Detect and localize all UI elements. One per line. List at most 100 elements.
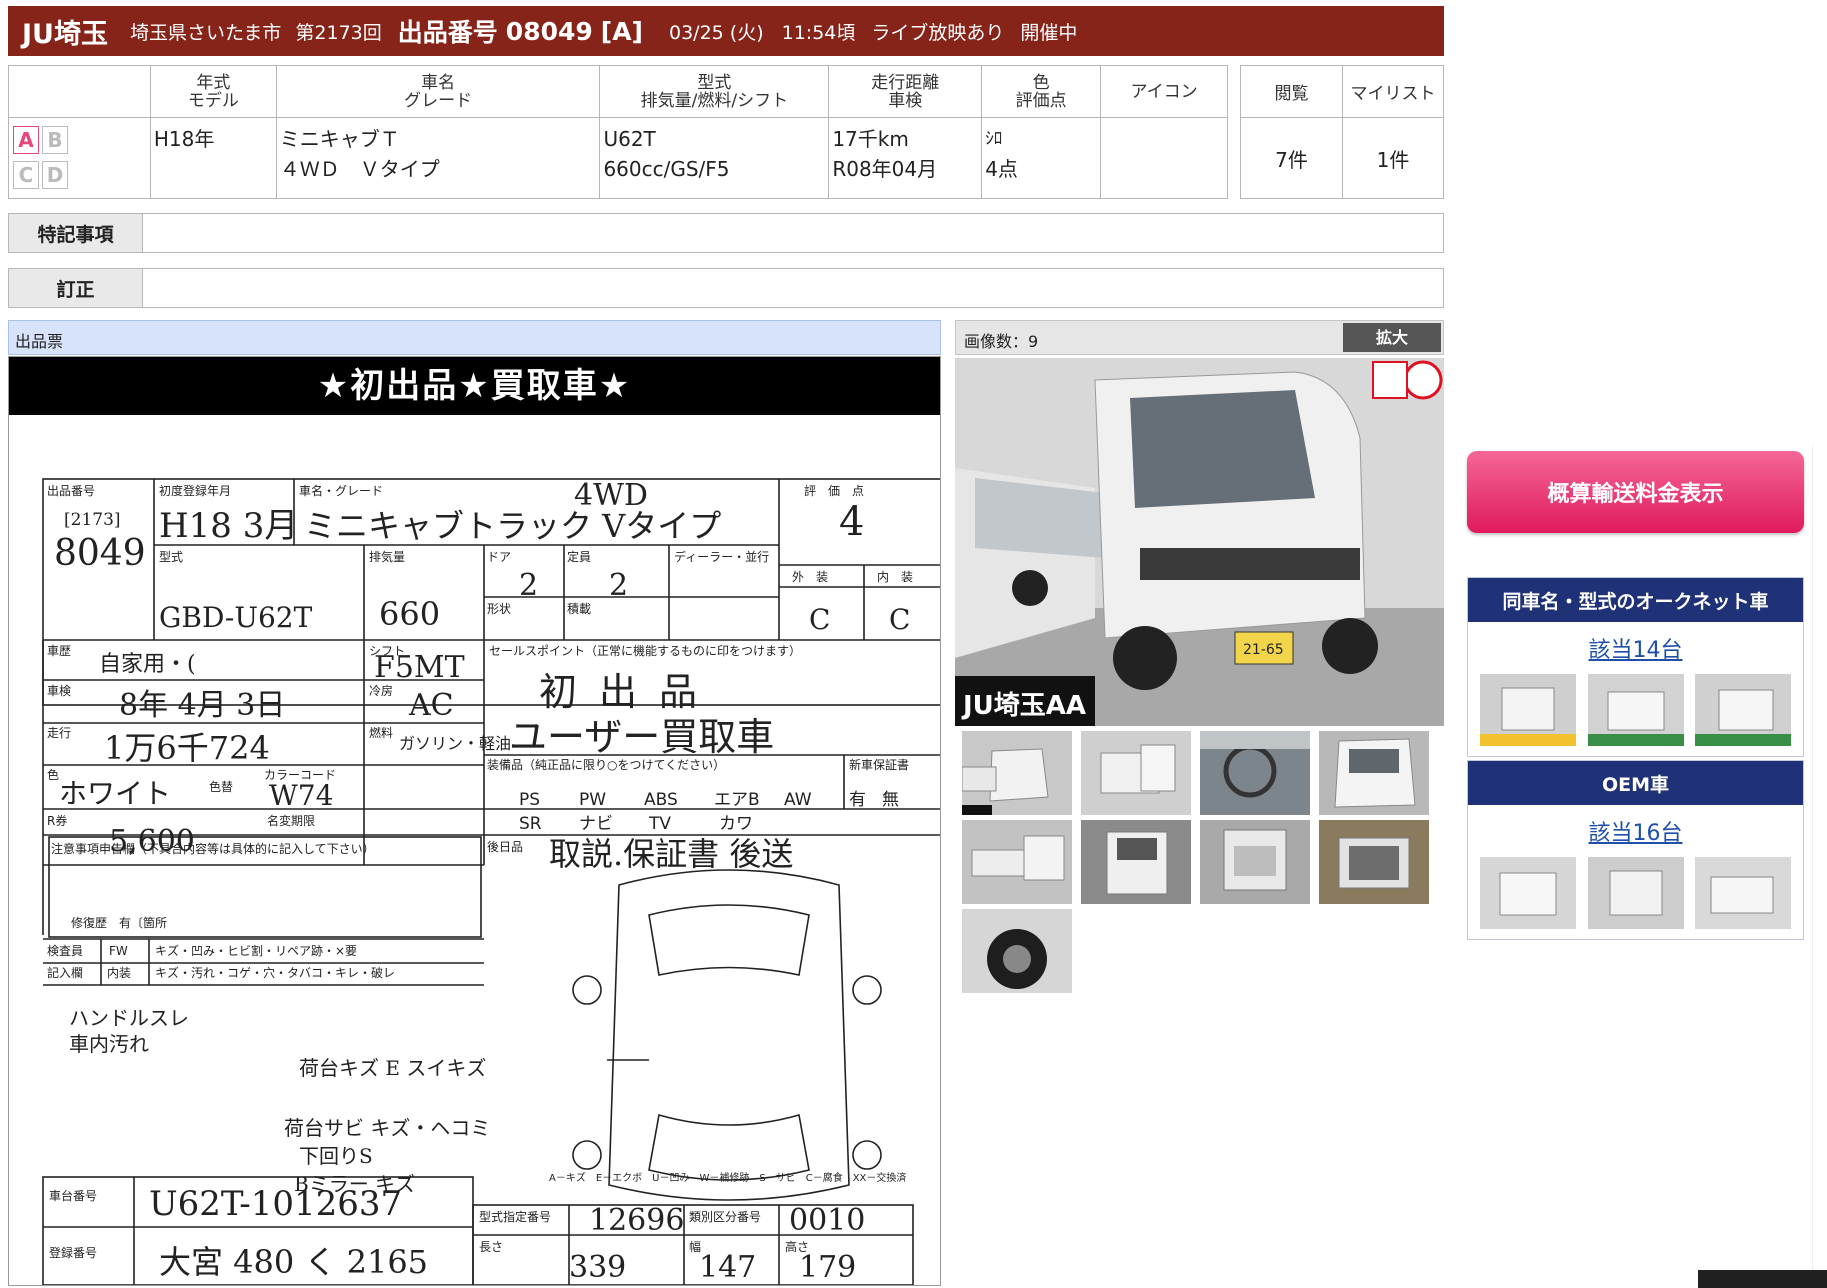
page-scrollbar[interactable] bbox=[1812, 445, 1827, 1288]
grade-a-button[interactable]: A bbox=[13, 126, 39, 154]
sheet-hw-note-2: 車内汚れ bbox=[69, 1032, 149, 1056]
sheet-label-repair: 修復歴 有〔箇所 bbox=[71, 915, 167, 930]
type-header-line1: 型式 bbox=[697, 72, 732, 93]
oem-thumbnail[interactable] bbox=[1480, 857, 1576, 929]
mileage-header-line2: 車検 bbox=[888, 90, 923, 111]
lot-number: 08049 bbox=[505, 16, 593, 46]
year-header: 年式 モデル bbox=[149, 65, 277, 118]
photo-plate: 21-65 bbox=[1243, 642, 1284, 658]
grade-d-button[interactable]: D bbox=[42, 161, 68, 189]
photo-thumbnail[interactable] bbox=[962, 909, 1072, 993]
oem-link[interactable]: 該当16台 bbox=[1468, 815, 1803, 846]
sheet-label-first-reg: 初度登録年月 bbox=[159, 483, 231, 498]
same-model-thumbnail[interactable] bbox=[1695, 674, 1791, 746]
sheet-label-fw: FW bbox=[109, 944, 128, 958]
grade-b-button[interactable]: B bbox=[42, 126, 68, 154]
photo-thumbnail[interactable] bbox=[1081, 820, 1191, 904]
icon-header: アイコン bbox=[1100, 65, 1228, 118]
sheet-inner-marks: キズ・汚れ・コゲ・穴・タバコ・キレ・破レ bbox=[155, 965, 395, 980]
sheet-hw-inspection: 8年 4月 3日 bbox=[119, 688, 285, 723]
oem-thumbnail[interactable] bbox=[1587, 857, 1684, 929]
photo-thumbnail[interactable] bbox=[1081, 731, 1191, 815]
shipping-estimate-button[interactable]: 概算輸送料金表示 bbox=[1467, 451, 1804, 533]
sheet-hw-mileage: 1万6千724 bbox=[104, 729, 270, 767]
sheet-label-inner: 内装 bbox=[107, 966, 131, 980]
photo-thumbnail[interactable] bbox=[962, 731, 1072, 815]
sheet-hw-lot-no: 8049 bbox=[54, 533, 146, 574]
vehicle-year: H18年 bbox=[153, 127, 215, 151]
vehicle-mileage: 17千km bbox=[832, 127, 909, 151]
same-model-thumbnail[interactable] bbox=[1587, 674, 1684, 746]
sheet-label-doors: ドア bbox=[487, 550, 511, 564]
photo-thumbnail[interactable] bbox=[1319, 731, 1429, 815]
views-header: 閲覧 bbox=[1240, 65, 1343, 118]
sheet-equip-navi: ナビ bbox=[579, 814, 613, 834]
type-header-line2: 排気量/燃料/シフト bbox=[640, 90, 789, 111]
same-model-link[interactable]: 該当14台 bbox=[1468, 632, 1803, 663]
mylist-count: 1件 bbox=[1342, 117, 1444, 199]
sheet-label-dealer: ディーラー・並行 bbox=[674, 549, 769, 564]
views-table: 閲覧 マイリスト 7件 1件 bbox=[1240, 65, 1444, 199]
sheet-hw-sales-1: 初出品 bbox=[539, 670, 719, 714]
sheet-hw-capacity: 2 bbox=[609, 568, 628, 603]
mylist-header: マイリスト bbox=[1342, 65, 1444, 118]
sheet-hw-interior: C bbox=[889, 603, 910, 636]
oem-thumbnail[interactable] bbox=[1695, 857, 1791, 929]
auction-round: 第2173回 bbox=[295, 21, 382, 44]
sheet-label-car-grade: 車名・グレード bbox=[299, 483, 383, 498]
year-header-line2: モデル bbox=[187, 90, 239, 111]
sheet-hw-fuel: ガソリン・軽油 bbox=[399, 734, 511, 753]
auction-status: 開催中 bbox=[1020, 21, 1078, 44]
sheet-label-recycle: R券 bbox=[47, 813, 67, 828]
views-count: 7件 bbox=[1240, 117, 1343, 199]
sheet-label-history: 車歴 bbox=[47, 644, 71, 658]
auction-sheet-form: 出品番号 初度登録年月 車名・グレード 評 価 点 型式 排気量 ドア 定員 デ… bbox=[42, 478, 940, 1285]
year-cell: H18年 bbox=[149, 117, 277, 199]
sheet-label-sales-point: セールスポイント（正常に機能するものに印をつけます） bbox=[489, 643, 801, 658]
photo-thumbnail[interactable] bbox=[1319, 820, 1429, 904]
sheet-label-score: 評 価 点 bbox=[804, 483, 864, 498]
sheet-label-spec-no: 型式指定番号 bbox=[479, 1209, 551, 1224]
sheet-hw-note-4: 荷台サビ キズ・ヘコミ bbox=[284, 1116, 490, 1140]
vehicle-name: ミニキャブＴ bbox=[279, 127, 400, 151]
oem-thumbnails bbox=[1468, 845, 1803, 929]
sheet-hw-registration: 大宮 480 く 2165 bbox=[159, 1243, 428, 1281]
photo-count: 画像数：9 bbox=[964, 332, 1039, 351]
same-model-box: 同車名・型式のオークネット車 該当14台 bbox=[1467, 577, 1804, 757]
sheet-warranty-yes: 有 bbox=[849, 790, 866, 810]
name-cell: ミニキャブＴ ４ＷＤ Ｖタイプ bbox=[275, 117, 601, 199]
sheet-label-name-change: 名変期限 bbox=[267, 813, 315, 828]
main-photo[interactable]: JU埼玉AA 21-65 bbox=[955, 358, 1444, 726]
same-model-thumbnail[interactable] bbox=[1480, 674, 1576, 746]
sheet-hw-color: ホワイト bbox=[59, 777, 171, 810]
correction-label: 訂正 bbox=[9, 269, 143, 307]
auction-sheet[interactable]: ★初出品★買取車★ 出品番号 初度登録年月 車名・グレード 評 価 点 型式 排… bbox=[8, 356, 941, 1286]
auction-date: 03/25 (火) bbox=[668, 21, 764, 44]
sheet-hw-after: 取説.保証書 後送 bbox=[549, 835, 793, 873]
sheet-hw-model: GBD-U62T bbox=[159, 601, 313, 634]
sheet-equip-pw: PW bbox=[579, 790, 606, 810]
sheet-label-interior: 内 装 bbox=[877, 570, 913, 584]
sheet-label-shape: 形状 bbox=[487, 602, 511, 616]
sheet-fw-marks: キズ・凹み・ヒビ割・リペア跡・×要 bbox=[155, 943, 357, 958]
sheet-label-model: 型式 bbox=[159, 550, 183, 564]
sheet-label-inspector: 検査員 bbox=[47, 944, 83, 958]
photo-thumbnail[interactable] bbox=[962, 820, 1072, 904]
sheet-hw-note-5: 下回りS bbox=[299, 1144, 373, 1168]
photo-thumbnail[interactable] bbox=[1200, 820, 1310, 904]
spec-header-row: 年式 モデル 車名 グレード 型式 排気量/燃料/シフト 走行距離 車検 色評価点 アイ… bbox=[8, 65, 1228, 118]
photo-thumbnail[interactable] bbox=[1200, 731, 1310, 815]
grade-c-button[interactable]: C bbox=[13, 161, 39, 189]
sheet-label-inspection: 車検 bbox=[47, 684, 71, 698]
vehicle-inspection: R08年04月 bbox=[832, 157, 938, 181]
zoom-button[interactable]: 拡大 bbox=[1343, 323, 1441, 352]
sheet-label-aircon: 冷房 bbox=[369, 683, 393, 698]
sheet-equip-tv: TV bbox=[648, 814, 671, 834]
spec-data-row: AB CD H18年 ミニキャブＴ ４ＷＤ Ｖタイプ U62T 660cc/GS/F… bbox=[8, 117, 1228, 199]
sheet-warranty-no: 無 bbox=[882, 790, 899, 810]
icon-cell bbox=[1100, 117, 1228, 199]
sheet-hw-height: 179 bbox=[799, 1250, 856, 1285]
sheet-label-after: 後日品 bbox=[487, 840, 523, 854]
sheet-equip-aw: AW bbox=[784, 790, 812, 810]
sheet-hw-shift: F5MT bbox=[374, 650, 465, 685]
